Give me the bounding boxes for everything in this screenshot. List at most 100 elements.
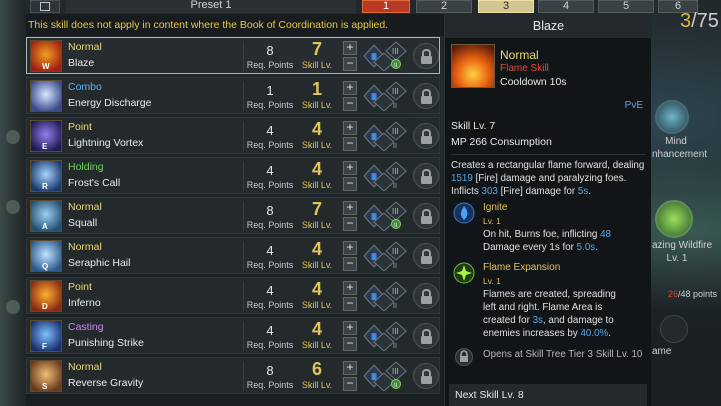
skill-row[interactable]: Q Normal Seraphic Hail 4 Req. Points 4 Skill L… (26, 237, 440, 274)
level-down-button[interactable]: − (343, 377, 357, 391)
mind-enhancement-orb[interactable] (655, 100, 689, 134)
required-points: 1 (266, 83, 274, 98)
level-down-button[interactable]: − (343, 97, 357, 111)
left-map-edge (0, 0, 26, 406)
row-divider (243, 81, 244, 111)
lock-icon[interactable] (413, 203, 439, 229)
skill-name: Inferno (68, 297, 101, 309)
skill-row[interactable]: E Point Lightning Vortex 4 Req. Points 4 Skill… (26, 117, 440, 154)
skill-row[interactable]: D Point Inferno 4 Req. Points 4 Skill Lv. + − III… (26, 277, 440, 314)
tripod-selector[interactable]: III II (362, 41, 410, 72)
lightning-vortex-icon[interactable]: E (30, 120, 62, 152)
level-up-button[interactable]: + (343, 281, 357, 295)
squall-icon[interactable]: A (30, 200, 62, 232)
level-up-button[interactable]: + (343, 161, 357, 175)
level-down-button[interactable]: − (343, 337, 357, 351)
skill-level: 4 (311, 279, 322, 299)
blaze-large-icon (451, 44, 495, 88)
tooltip-divider (451, 154, 646, 155)
level-up-button[interactable]: + (343, 321, 357, 335)
punishing-strike-icon[interactable]: F (30, 320, 62, 352)
ignite-description: On hit, Burns foe, inflicting 48 Damage … (483, 229, 611, 253)
preset-name[interactable]: Preset 1 (66, 0, 356, 13)
wildfire-label: azing Wildfire (652, 240, 713, 251)
lock-icon[interactable] (413, 283, 439, 309)
svg-text:II: II (393, 183, 397, 190)
skill-level: 4 (311, 239, 322, 259)
required-points-label: Req. Points (246, 60, 294, 70)
level-down-button[interactable]: − (343, 297, 357, 311)
level-up-button[interactable]: + (343, 241, 357, 255)
row-divider (243, 241, 244, 271)
level-down-button[interactable]: − (343, 137, 357, 151)
tripod-selector[interactable]: III II (362, 161, 410, 192)
frosts-call-icon[interactable]: R (30, 160, 62, 192)
top-right-counter: 3/75 (680, 10, 719, 32)
preset-tab-1[interactable]: 1 (362, 0, 410, 13)
reverse-gravity-icon[interactable]: S (30, 360, 62, 392)
energy-discharge-icon[interactable] (30, 80, 62, 112)
lock-icon[interactable] (413, 83, 439, 109)
skill-name: Energy Discharge (68, 97, 152, 109)
svg-text:III: III (392, 327, 399, 336)
hotkey-label: W (42, 62, 50, 71)
skill-row[interactable]: R Holding Frost's Call 4 Req. Points 4 Skill L… (26, 157, 440, 194)
blaze-icon[interactable]: W (30, 40, 62, 72)
blazing-wildfire-orb[interactable] (655, 200, 693, 238)
tripod-selector[interactable]: III II (362, 201, 410, 232)
preset-tab-3[interactable]: 3 (478, 0, 534, 13)
level-up-button[interactable]: + (343, 201, 357, 215)
level-up-button[interactable]: + (343, 361, 357, 375)
hotkey-label: A (42, 222, 48, 231)
row-divider (243, 41, 244, 71)
required-points: 4 (266, 283, 274, 298)
svg-text:III: III (392, 87, 399, 96)
tripod-selector[interactable]: III II (362, 241, 410, 272)
skill-row[interactable]: A Normal Squall 8 Req. Points 7 Skill Lv. + − III… (26, 197, 440, 234)
level-down-button[interactable]: − (343, 177, 357, 191)
skill-row[interactable]: Combo Energy Discharge 1 Req. Points 1 Skill … (26, 77, 440, 114)
tooltip-skill-type: Normal (500, 48, 539, 62)
lock-icon[interactable] (413, 243, 439, 269)
level-up-button[interactable]: + (343, 41, 357, 55)
lock-icon[interactable] (413, 43, 439, 69)
skill-row[interactable]: F Casting Punishing Strike 4 Req. Points 4 Ski… (26, 317, 440, 354)
svg-text:II: II (393, 103, 397, 110)
inferno-icon[interactable]: D (30, 280, 62, 312)
lock-icon[interactable] (413, 363, 439, 389)
level-down-button[interactable]: − (343, 257, 357, 271)
lock-icon[interactable] (413, 323, 439, 349)
tooltip-skill-level: Skill Lv. 7 (451, 120, 496, 132)
skill-name: Reverse Gravity (68, 377, 144, 389)
preset-tab-2[interactable]: 2 (416, 0, 472, 13)
tripod-selector[interactable]: III II (362, 121, 410, 152)
ignite-name: Ignite (483, 202, 508, 213)
row-divider (243, 281, 244, 311)
tripod-selector[interactable]: III II (362, 321, 410, 352)
flame-expansion-name: Flame Expansion (483, 262, 561, 273)
svg-text:III: III (392, 367, 399, 376)
level-up-button[interactable]: + (343, 81, 357, 95)
seraphic-hail-icon[interactable]: Q (30, 240, 62, 272)
notice-banner: This skill does not apply in content whe… (26, 14, 444, 36)
tripod-selector[interactable]: III II (362, 81, 410, 112)
points-counter: 26/48 points (668, 289, 718, 299)
edit-preset-button[interactable] (30, 0, 60, 13)
svg-text:II: II (394, 223, 398, 229)
flame-expansion-level: Lv. 1 (483, 276, 501, 286)
lock-icon[interactable] (413, 123, 439, 149)
skill-row[interactable]: W Normal Blaze 8 Req. Points 7 Skill Lv. + − III I… (26, 37, 440, 74)
skill-tag: Combo (68, 81, 102, 93)
preset-tab-4[interactable]: 4 (538, 0, 594, 13)
required-points: 8 (266, 203, 274, 218)
level-down-button[interactable]: − (343, 57, 357, 71)
required-points-label: Req. Points (246, 300, 294, 310)
lock-icon[interactable] (413, 163, 439, 189)
preset-tab-5[interactable]: 5 (598, 0, 654, 13)
skill-row[interactable]: S Normal Reverse Gravity 8 Req. Points 6 Skill… (26, 357, 440, 394)
tripod-selector[interactable]: III II (362, 361, 410, 392)
level-up-button[interactable]: + (343, 121, 357, 135)
tripod-selector[interactable]: III II (362, 281, 410, 312)
level-down-button[interactable]: − (343, 217, 357, 231)
svg-text:II: II (393, 343, 397, 350)
